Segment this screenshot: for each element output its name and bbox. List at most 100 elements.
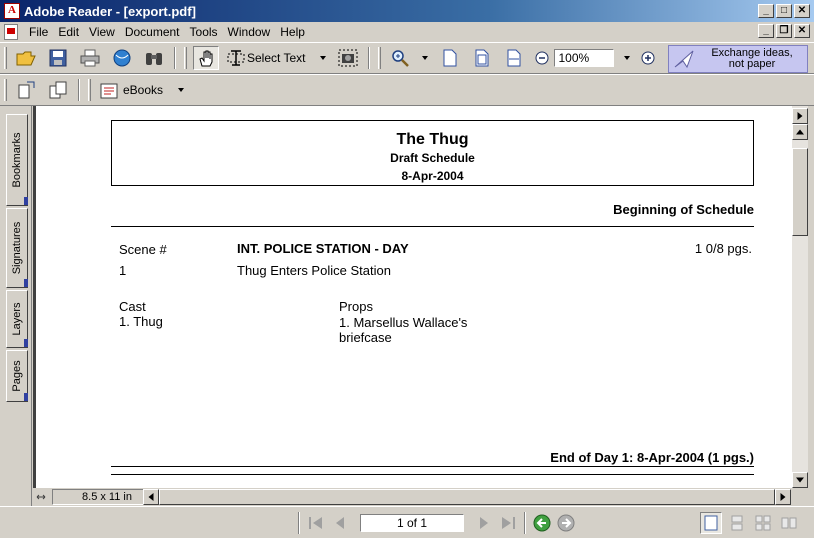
- toolbar-grip[interactable]: [4, 79, 7, 101]
- triangle-down-icon: [796, 477, 804, 483]
- search-button[interactable]: [141, 46, 167, 70]
- page-up-button[interactable]: [792, 108, 808, 124]
- first-page-button[interactable]: [306, 513, 326, 533]
- scene-heading: INT. POLICE STATION - DAY: [237, 241, 409, 256]
- ebooks-dropdown[interactable]: [178, 88, 185, 92]
- doc-minimize-button[interactable]: _: [758, 24, 774, 38]
- triangle-left-icon: [148, 493, 154, 501]
- email-button[interactable]: [109, 46, 135, 70]
- tab-pages[interactable]: Pages: [6, 350, 28, 402]
- doc-close-button[interactable]: ✕: [794, 24, 810, 38]
- select-text-label: Select Text: [247, 51, 306, 65]
- divider-rule: [111, 474, 754, 475]
- fit-width-icon: [507, 49, 521, 67]
- zoom-dropdown[interactable]: [624, 56, 631, 60]
- fit-page-button[interactable]: [469, 46, 495, 70]
- title-bar: Adobe Reader - [export.pdf] _ □ ✕: [0, 0, 814, 22]
- tab-layers[interactable]: Layers: [6, 290, 28, 348]
- tab-bookmarks-label: Bookmarks: [11, 132, 23, 188]
- maximize-button[interactable]: □: [776, 4, 792, 18]
- menu-view[interactable]: View: [84, 25, 120, 39]
- menu-help[interactable]: Help: [275, 25, 310, 39]
- minus-circle-icon: [535, 51, 549, 65]
- select-text-dropdown[interactable]: [320, 56, 327, 60]
- last-page-button[interactable]: [498, 513, 518, 533]
- document-icon[interactable]: [4, 24, 18, 40]
- scroll-down-button[interactable]: [792, 472, 808, 488]
- toolbar-grip[interactable]: [378, 47, 382, 69]
- zoom-input[interactable]: 100%: [554, 49, 615, 67]
- page-number-input[interactable]: 1 of 1: [360, 513, 464, 532]
- menu-edit[interactable]: Edit: [53, 25, 84, 39]
- scroll-right-button[interactable]: [775, 489, 791, 505]
- email-globe-icon: [113, 49, 131, 67]
- pdf-page: The Thug Draft Schedule 8-Apr-2004 Begin…: [111, 106, 756, 488]
- single-page-layout-button[interactable]: [700, 511, 722, 534]
- horizontal-scrollbar[interactable]: [143, 489, 791, 505]
- toolbar-grip[interactable]: [4, 47, 7, 69]
- save-button[interactable]: [45, 46, 71, 70]
- page-icon: [443, 49, 457, 67]
- zoom-in-tool-button[interactable]: [387, 46, 413, 70]
- props-label: Props: [339, 299, 373, 314]
- next-page-button[interactable]: [474, 513, 494, 533]
- create-pdf-button[interactable]: [45, 78, 71, 102]
- scene-number: 1: [119, 263, 127, 278]
- toolbar-grip[interactable]: [184, 47, 187, 69]
- ebook-icon: [100, 83, 118, 99]
- hand-icon: [199, 50, 213, 67]
- document-date: 8-Apr-2004: [401, 169, 464, 183]
- scroll-left-button[interactable]: [143, 489, 159, 505]
- tab-signatures[interactable]: Signatures: [6, 208, 28, 288]
- actual-size-button[interactable]: [437, 46, 463, 70]
- next-page-icon: [480, 516, 488, 529]
- document-title: The Thug: [396, 131, 469, 148]
- minimize-button[interactable]: _: [758, 4, 774, 18]
- doc-restore-button[interactable]: ❐: [776, 24, 792, 38]
- menu-file[interactable]: File: [24, 25, 53, 39]
- save-icon: [49, 49, 67, 67]
- menu-window[interactable]: Window: [223, 25, 276, 39]
- facing-layout-button[interactable]: [778, 512, 800, 534]
- binoculars-icon: [146, 53, 162, 65]
- previous-view-button[interactable]: [532, 513, 552, 533]
- next-view-button[interactable]: [556, 513, 576, 533]
- tab-bookmarks[interactable]: Bookmarks: [6, 114, 28, 206]
- horizontal-scroll-thumb[interactable]: [159, 489, 775, 505]
- continuous-facing-icon: [755, 515, 771, 530]
- back-arrow-icon: [533, 514, 551, 531]
- print-button[interactable]: [77, 46, 103, 70]
- previous-page-button[interactable]: [330, 513, 350, 533]
- cast-label: Cast: [119, 299, 146, 314]
- exchange-ideas-banner[interactable]: Exchange ideas, not paper: [668, 45, 808, 73]
- menu-tools[interactable]: Tools: [185, 25, 223, 39]
- toolbar-grip[interactable]: [88, 79, 91, 101]
- schedule-header: The Thug Draft Schedule 8-Apr-2004: [111, 120, 754, 186]
- resize-arrows-icon[interactable]: [36, 492, 46, 502]
- scene-page-count: 1 0/8 pgs.: [694, 241, 752, 256]
- forward-arrow-icon: [557, 514, 575, 531]
- fit-width-button[interactable]: [501, 46, 527, 70]
- document-view[interactable]: The Thug Draft Schedule 8-Apr-2004 Begin…: [33, 106, 792, 488]
- zoom-in-button[interactable]: [639, 46, 657, 70]
- snapshot-tool-button[interactable]: [335, 46, 361, 70]
- adobe-reader-app-icon[interactable]: [4, 3, 20, 19]
- zoom-out-button[interactable]: [533, 46, 551, 70]
- ebooks-button[interactable]: eBooks: [97, 78, 169, 102]
- open-button[interactable]: [13, 46, 39, 70]
- scroll-up-button[interactable]: [792, 124, 808, 140]
- vertical-scroll-thumb[interactable]: [792, 148, 808, 236]
- hand-tool-button[interactable]: [193, 46, 219, 70]
- menu-document[interactable]: Document: [120, 25, 185, 39]
- facing-pages-icon: [781, 517, 797, 528]
- continuous-layout-button[interactable]: [726, 512, 748, 534]
- ebooks-label: eBooks: [123, 83, 164, 97]
- toolbar-separator: [174, 47, 176, 69]
- rotate-view-button[interactable]: [13, 78, 39, 102]
- select-text-tool-button[interactable]: Select Text: [225, 46, 311, 70]
- nav-separator: [524, 511, 526, 534]
- zoom-tool-dropdown[interactable]: [422, 56, 429, 60]
- vertical-scrollbar[interactable]: [792, 106, 808, 488]
- continuous-facing-layout-button[interactable]: [752, 512, 774, 534]
- close-button[interactable]: ✕: [794, 4, 810, 18]
